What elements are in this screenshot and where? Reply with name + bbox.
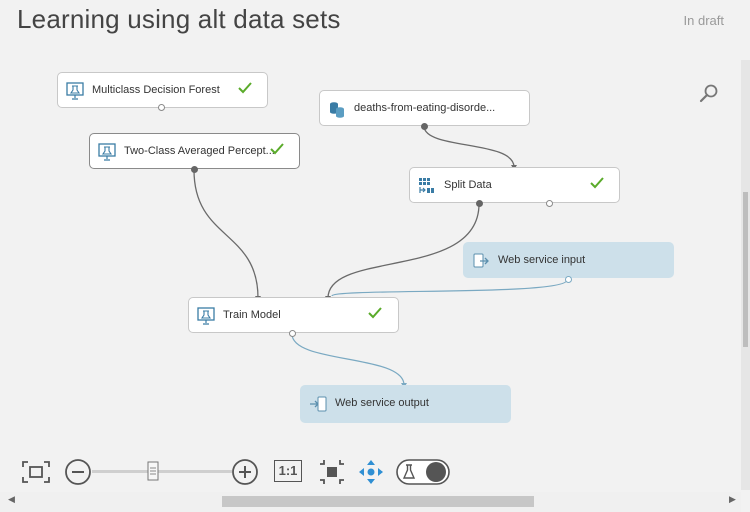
vertical-scrollbar-thumb[interactable] <box>743 192 748 347</box>
node-label: Web service input <box>498 254 586 266</box>
zoom-slider-handle[interactable] <box>147 461 159 481</box>
dataset-icon <box>330 102 344 118</box>
node-web-service-input[interactable]: Web service input <box>463 242 674 283</box>
node-label: Two-Class Averaged Percept... <box>124 145 275 157</box>
zoom-in-button[interactable] <box>231 458 259 486</box>
node-label: Split Data <box>444 179 492 191</box>
zoom-out-button[interactable] <box>64 458 92 486</box>
model-icon <box>197 307 215 325</box>
output-port-1[interactable] <box>476 200 483 207</box>
fit-selection-icon[interactable] <box>319 459 345 485</box>
experiment-toggle-switch[interactable] <box>396 459 450 485</box>
node-web-service-output[interactable]: Web service output <box>300 385 511 423</box>
actual-size-button[interactable]: 1:1 <box>274 460 302 482</box>
node-label: Train Model <box>223 309 281 321</box>
experiment-title[interactable]: Learning using alt data sets <box>17 4 341 35</box>
node-train-model[interactable]: Train Model <box>188 297 399 337</box>
output-port-2[interactable] <box>546 200 553 207</box>
node-label: deaths-from-eating-disorde... <box>354 102 496 114</box>
output-port[interactable] <box>421 123 428 130</box>
node-split-data[interactable]: Split Data <box>409 167 620 207</box>
horizontal-scrollbar-thumb[interactable] <box>222 496 534 507</box>
draft-status: In draft <box>683 13 724 28</box>
output-port[interactable] <box>158 104 165 111</box>
checkmark-icon <box>368 307 382 319</box>
node-label: Multiclass Decision Forest <box>92 84 220 96</box>
checkmark-icon <box>238 82 252 94</box>
fit-to-screen-icon[interactable] <box>22 460 50 484</box>
model-icon <box>66 82 84 100</box>
checkmark-icon <box>270 143 284 155</box>
model-icon <box>98 143 116 161</box>
pan-mode-icon[interactable] <box>358 459 384 485</box>
scroll-right-arrow-icon[interactable]: ▶ <box>729 494 736 505</box>
split-data-icon <box>419 178 434 193</box>
zoom-slider-track[interactable] <box>92 470 232 473</box>
scroll-left-arrow-icon[interactable]: ◀ <box>8 494 15 505</box>
output-port[interactable] <box>191 166 198 173</box>
checkmark-icon <box>590 177 604 189</box>
page-header: Learning using alt data sets In draft <box>0 0 750 60</box>
actual-size-label: 1:1 <box>278 463 298 478</box>
web-service-input-icon <box>473 253 489 268</box>
search-icon[interactable] <box>699 83 719 103</box>
node-dataset[interactable]: deaths-from-eating-disorde... <box>319 90 530 130</box>
web-service-output-icon <box>310 396 327 412</box>
node-multiclass-decision-forest[interactable]: Multiclass Decision Forest <box>57 72 268 111</box>
output-port[interactable] <box>289 330 296 337</box>
node-label: Web service output <box>335 397 429 409</box>
output-port[interactable] <box>565 276 572 283</box>
node-two-class-averaged-perceptron[interactable]: Two-Class Averaged Percept... <box>89 133 300 173</box>
